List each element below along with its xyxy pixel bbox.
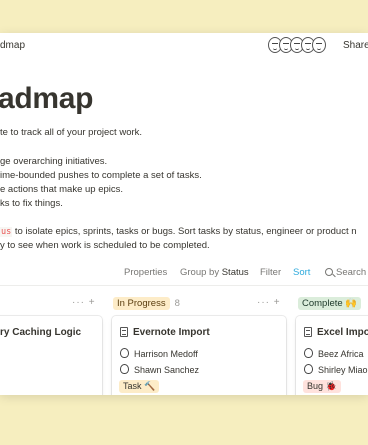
description-line: ge overarching initiatives. [0, 156, 108, 167]
board-card[interactable]: Excel Impor Beez Africa Shirley Miao Bug… [296, 316, 368, 395]
board-card[interactable]: ry Caching Logic [0, 316, 102, 395]
assignee: Shirley Miao [304, 364, 368, 375]
column-controls[interactable]: ··· + [257, 297, 281, 308]
toolbar-divider [0, 285, 368, 286]
search-icon[interactable] [325, 268, 333, 276]
filter-button[interactable]: Filter [260, 267, 281, 278]
share-button[interactable]: Share [343, 40, 368, 51]
group-by-button[interactable]: Group by Status [180, 267, 249, 278]
status-badge: In Progress [113, 297, 170, 310]
description-line: ks to fix things. [0, 198, 63, 209]
description-text: to isolate epics, sprints, tasks or bugs… [12, 226, 357, 237]
description-line: e actions that make up epics. [0, 184, 124, 195]
column-count: 8 [174, 298, 180, 309]
column-header-in-progress[interactable]: In Progress 8 [113, 297, 180, 311]
assignee: Shawn Sanchez [120, 364, 199, 375]
person-icon [304, 348, 313, 358]
column-header-complete[interactable]: Complete 🙌 [298, 297, 362, 311]
page-title: admap [0, 82, 94, 115]
breadcrumb[interactable]: dmap [0, 40, 25, 51]
assignee-name: Shawn Sanchez [134, 365, 200, 375]
assignee-name: Beez Africa [318, 349, 364, 359]
description-line: ime-bounded pushes to complete a set of … [0, 170, 202, 181]
properties-button[interactable]: Properties [124, 267, 167, 278]
search-button[interactable]: Search [336, 267, 366, 278]
notion-window: dmap Share admap te to track all of your… [0, 33, 368, 395]
person-icon [120, 364, 129, 374]
description-line: us to isolate epics, sprints, tasks or b… [0, 226, 357, 237]
avatar [312, 37, 326, 53]
card-title: ry Caching Logic [0, 327, 82, 338]
assignee: Harrison Medoff [120, 348, 198, 359]
assignee: Beez Africa [304, 348, 364, 359]
person-icon [304, 364, 313, 374]
page-icon [304, 327, 312, 337]
status-badge: Complete 🙌 [298, 297, 362, 310]
top-bar: dmap Share [0, 33, 368, 59]
group-by-label: Group by [180, 267, 220, 278]
code-snippet: us [0, 227, 13, 237]
type-tag: Task 🔨 [119, 380, 160, 393]
person-icon [120, 348, 129, 358]
board-card[interactable]: Evernote Import Harrison Medoff Shawn Sa… [112, 316, 286, 395]
page-icon [120, 327, 128, 337]
group-by-value: Status [221, 267, 249, 278]
collaborator-avatars[interactable] [268, 37, 326, 53]
card-title: Evernote Import [133, 327, 210, 338]
type-tag: Bug 🐞 [303, 380, 341, 393]
card-title: Excel Impor [317, 327, 368, 338]
column-controls[interactable]: ··· + [72, 297, 96, 308]
sort-button[interactable]: Sort [293, 267, 310, 278]
description-line: y to see when work is scheduled to be co… [0, 240, 210, 251]
description-line: te to track all of your project work. [0, 127, 143, 138]
assignee-name: Shirley Miao [318, 365, 368, 375]
assignee-name: Harrison Medoff [134, 349, 198, 359]
